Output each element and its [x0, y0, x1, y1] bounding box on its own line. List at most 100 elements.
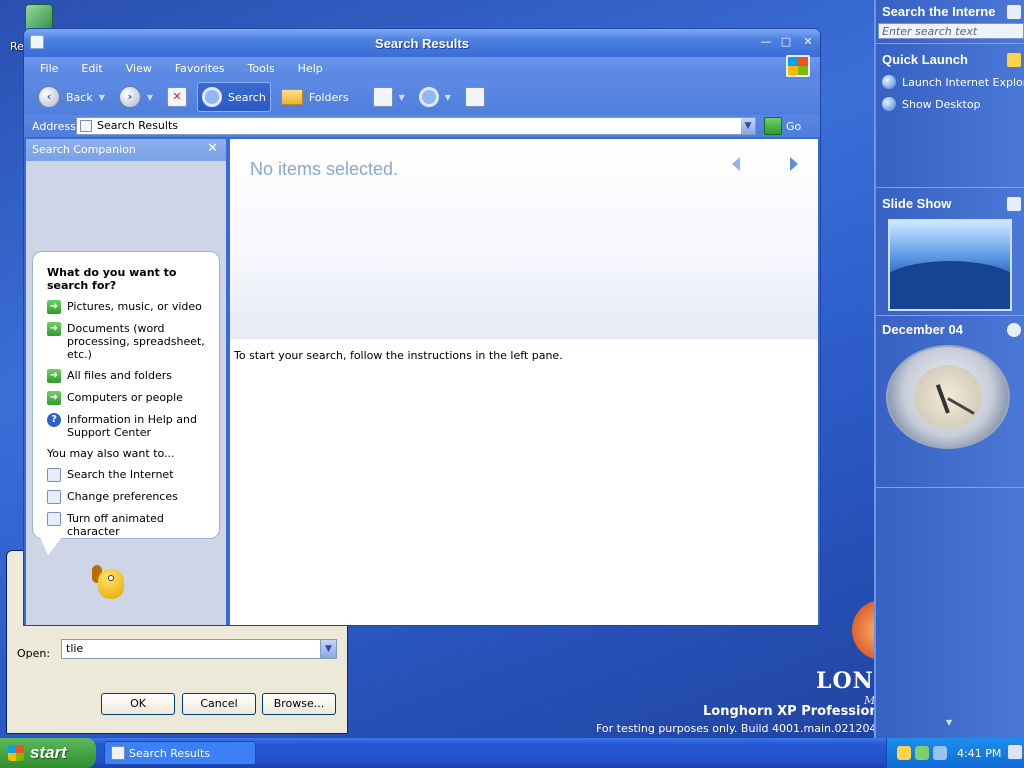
option-label: Turn off animated character [67, 512, 164, 538]
find-icon [418, 87, 439, 107]
option-preferences[interactable]: Change preferences [47, 490, 209, 504]
delete-icon: ✕ [167, 87, 188, 107]
find-button[interactable]: ▼ [415, 82, 455, 112]
search-instructions: To start your search, follow the instruc… [234, 349, 563, 362]
taskbar-item-icon [111, 746, 125, 760]
next-arrow-icon[interactable] [790, 157, 798, 171]
minimize-icon[interactable]: — [758, 35, 774, 49]
option-all-files[interactable]: ➜ All files and folders [47, 369, 209, 383]
search-question: What do you want to search for? [47, 266, 177, 292]
views-button[interactable]: ▼ [369, 82, 409, 112]
sidebar-search-title: Search the Interne [882, 4, 996, 19]
camera-icon [1006, 196, 1022, 212]
green-arrow-icon: ➜ [47, 391, 61, 405]
also-heading: You may also want to... [47, 447, 175, 460]
cancel-button[interactable]: Cancel [182, 693, 256, 715]
address-dropdown-icon[interactable]: ▼ [741, 118, 755, 134]
launch-ie-link[interactable]: Launch Internet Explore [876, 71, 1024, 93]
quick-launch-tile: Quick Launch Launch Internet Explore Sho… [876, 48, 1024, 188]
forward-button[interactable]: › ▼ [115, 82, 157, 112]
menu-bar: File Edit View Favorites Tools Help [24, 55, 820, 79]
globe-search-icon [47, 468, 61, 482]
brand-edition: Longhorn XP Professional [703, 704, 892, 719]
sidebar-search-tile: Search the Interne Enter search text [876, 0, 1024, 44]
search-icon [202, 87, 223, 107]
search-label: Search [228, 90, 266, 104]
option-computers[interactable]: ➜ Computers or people [47, 391, 209, 405]
dog-body [98, 569, 124, 599]
option-label: Documents (word processing, spreadsheet,… [67, 322, 205, 361]
brand-build: For testing purposes only. Build 4001.ma… [596, 722, 909, 735]
tray-character-icon[interactable] [897, 746, 911, 760]
show-desktop-icon [882, 97, 896, 111]
close-pane-icon[interactable]: ✕ [207, 141, 218, 156]
browse-button[interactable]: Browse... [262, 693, 336, 715]
option-label: Information in Help and Support Center [67, 413, 197, 439]
show-desktop-link[interactable]: Show Desktop [876, 93, 1024, 115]
address-bar: Address Search Results ▼ Go [24, 115, 820, 137]
maximize-icon[interactable]: □ [778, 35, 794, 49]
tray-expand-icon[interactable] [1007, 744, 1023, 760]
windows-logo-icon [786, 55, 810, 77]
option-label: Computers or people [67, 391, 183, 404]
details-icon [464, 87, 485, 107]
folders-button[interactable]: Folders [277, 82, 353, 112]
search-dog-character[interactable] [90, 559, 130, 603]
open-dropdown-icon[interactable]: ▼ [320, 640, 336, 658]
views-dropdown-icon[interactable]: ▼ [399, 93, 405, 102]
tray-network-icon[interactable] [915, 746, 929, 760]
back-dropdown-icon[interactable]: ▼ [99, 93, 105, 102]
folder-icon [280, 89, 303, 105]
menu-help[interactable]: Help [298, 62, 323, 75]
start-button[interactable]: start [0, 738, 96, 768]
green-arrow-icon: ➜ [47, 322, 61, 336]
system-tray: 4:41 PM [886, 738, 1024, 768]
no-items-text: No items selected. [250, 159, 399, 179]
internet-explorer-icon [882, 75, 896, 89]
sidebar-search-input[interactable]: Enter search text [878, 23, 1024, 39]
show-desktop-label: Show Desktop [902, 97, 981, 111]
taskbar-item-search-results[interactable]: Search Results [104, 741, 256, 765]
recycle-bin-label: Re [10, 40, 24, 53]
option-help[interactable]: ? Information in Help and Support Center [47, 413, 209, 439]
menu-favorites[interactable]: Favorites [175, 62, 225, 75]
option-turn-off-character[interactable]: Turn off animated character [47, 512, 209, 538]
address-input[interactable]: Search Results [76, 117, 756, 135]
go-button[interactable]: Go [764, 117, 801, 135]
option-search-internet[interactable]: Search the Internet [47, 468, 209, 482]
previous-arrow-icon[interactable] [732, 157, 740, 171]
option-label: All files and folders [67, 369, 172, 382]
menu-view[interactable]: View [126, 62, 152, 75]
details-button[interactable] [461, 82, 489, 112]
find-dropdown-icon[interactable]: ▼ [445, 93, 451, 102]
search-button[interactable]: Search [197, 82, 271, 112]
search-icon[interactable] [1006, 4, 1022, 20]
menu-edit[interactable]: Edit [81, 62, 102, 75]
clock-title: December 04 [882, 322, 963, 337]
forward-dropdown-icon[interactable]: ▼ [147, 93, 153, 102]
slide-show-image[interactable] [888, 219, 1012, 311]
folders-label: Folders [308, 90, 349, 104]
sidebar: Search the Interne Enter search text Qui… [874, 0, 1024, 738]
sidebar-scroll-down-icon[interactable]: ▼ [946, 718, 952, 727]
search-companion-title: Search Companion [32, 143, 136, 156]
ok-button[interactable]: OK [101, 693, 175, 715]
option-label: Change preferences [67, 490, 178, 503]
title-bar[interactable]: Search Results — □ ✕ [24, 29, 820, 57]
tray-security-icon[interactable] [933, 746, 947, 760]
close-icon[interactable]: ✕ [800, 35, 816, 49]
back-button[interactable]: ‹ Back ▼ [34, 82, 109, 112]
slide-show-title: Slide Show [882, 196, 952, 211]
open-input[interactable]: tlie ▼ [61, 639, 337, 659]
menu-file[interactable]: File [40, 62, 58, 75]
analog-clock[interactable] [886, 345, 1010, 449]
menu-tools[interactable]: Tools [248, 62, 275, 75]
option-pictures[interactable]: ➜ Pictures, music, or video [47, 300, 209, 314]
windows-flag-icon [8, 745, 24, 761]
clock-time: 4:41 PM [957, 747, 1002, 760]
delete-button[interactable]: ✕ [163, 82, 191, 112]
option-label: Search the Internet [67, 468, 174, 481]
open-label: Open: [17, 647, 51, 660]
back-label: Back [66, 90, 93, 104]
option-documents[interactable]: ➜ Documents (word processing, spreadshee… [47, 322, 209, 361]
